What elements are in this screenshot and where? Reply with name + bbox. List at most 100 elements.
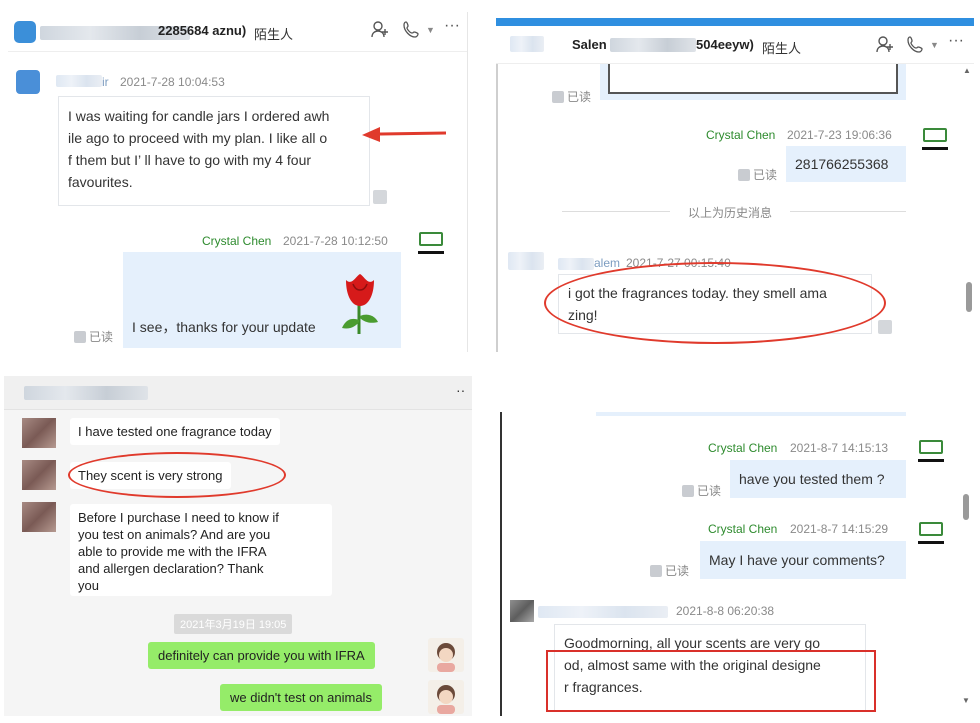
contact-tag: 陌生人 (762, 41, 802, 56)
reply-text: May I have your comments? (709, 552, 885, 568)
company-logo-avatar (918, 522, 944, 544)
contact-id-redacted (610, 38, 696, 52)
annotation-arrow-icon (360, 125, 450, 150)
read-status-icon (650, 564, 662, 577)
left-border-line (500, 412, 502, 716)
sender-time: 2021-7-28 10:04:53 (120, 75, 225, 89)
add-contact-icon[interactable] (371, 20, 389, 42)
read-status-icon (74, 330, 86, 343)
window-accent-bar (496, 18, 974, 26)
contact-avatar[interactable] (22, 418, 56, 448)
date-divider: 2021年3月19日 19:05 (174, 614, 293, 634)
sender-name-partial: ir (102, 75, 109, 89)
reply-sender-name: Crystal Chen (708, 441, 778, 455)
scroll-down-arrow-icon[interactable]: ▼ (962, 696, 970, 705)
sender-name-partial: alem (594, 256, 621, 270)
sender-avatar[interactable] (16, 70, 40, 94)
message-options-button[interactable] (878, 320, 892, 334)
contact-avatar[interactable] (22, 460, 56, 490)
chat-header: 2285684 aznu) 陌生人 ▼ ··· (8, 12, 467, 52)
message-line: I was waiting for candle jars I ordered … (68, 108, 330, 124)
read-status-icon (552, 90, 564, 103)
phone-icon[interactable] (907, 35, 925, 57)
read-status: 已读 (738, 166, 777, 183)
chevron-down-icon[interactable]: ▼ (930, 40, 939, 50)
sender-name-redacted (56, 75, 102, 87)
phone-icon[interactable] (403, 20, 421, 42)
message-line: and allergen declaration? Thank (78, 561, 264, 576)
panel-bottom-left: ·· I have tested one fragrance today The… (4, 376, 472, 716)
sender-avatar[interactable] (510, 600, 534, 622)
annotation-circle (68, 452, 286, 498)
reply-sender-name: Crystal Chen (202, 234, 272, 248)
chat-header: Salen 504eeyw) 陌生人 ▼ ··· (496, 26, 974, 64)
company-logo-avatar (922, 128, 948, 150)
outgoing-message-bubble: we didn't test on animals (220, 684, 382, 711)
more-icon[interactable]: ··· (948, 32, 964, 50)
contact-id-partial: 2285684 aznu) (158, 23, 247, 38)
sender-time: 2021-8-8 06:20:38 (676, 604, 775, 618)
read-status: 已读 (552, 88, 591, 105)
annotation-circle (544, 262, 886, 344)
read-status-icon (682, 484, 694, 497)
incoming-message-bubble: I was waiting for candle jars I ordered … (58, 96, 370, 206)
scroll-up-arrow-icon[interactable]: ▲ (963, 66, 971, 75)
reply-time: 2021-8-7 14:15:29 (790, 522, 889, 536)
add-contact-icon[interactable] (876, 35, 894, 57)
reply-message-bubble: 281766255368 (786, 146, 906, 182)
message-line: you test on animals? And are you (78, 527, 271, 542)
message-options-button[interactable] (373, 190, 387, 204)
contact-avatar-redacted (510, 36, 544, 52)
panel-top-right: Salen 504eeyw) 陌生人 ▼ ··· ▲ 已读 Crystal Ch… (496, 18, 974, 352)
panel-bottom-right: Crystal Chen 2021-8-7 14:15:13 have you … (500, 412, 974, 716)
contact-avatar[interactable] (22, 502, 56, 532)
rose-emoji-icon (340, 272, 380, 344)
sender-name-redacted (538, 606, 668, 618)
history-divider-line (790, 211, 906, 212)
own-avatar[interactable] (428, 680, 464, 714)
reply-time: 2021-7-23 19:06:36 (787, 128, 892, 142)
history-divider-label: 以上为历史消息 (688, 206, 773, 220)
reply-text: have you tested them ? (739, 471, 885, 487)
company-logo-avatar (418, 232, 444, 254)
contact-title-partial: Salen (572, 37, 607, 52)
panel-top-left: 2285684 aznu) 陌生人 ▼ ··· ir 2021-7-28 10:… (8, 12, 468, 352)
card-preview (608, 64, 898, 94)
message-line: ile ago to proceed with my plan. I like … (68, 130, 328, 146)
sender-name-redacted (558, 258, 594, 270)
reply-time: 2021-8-7 14:15:13 (790, 441, 889, 455)
contact-tag: 陌生人 (254, 27, 294, 42)
contact-app-icon (14, 21, 36, 43)
own-avatar[interactable] (428, 638, 464, 672)
previous-message-bubble (600, 64, 906, 100)
chevron-down-icon[interactable]: ▼ (426, 25, 435, 35)
incoming-message-bubble: I have tested one fragrance today (70, 418, 280, 445)
reply-sender-name: Crystal Chen (708, 522, 778, 536)
more-icon[interactable]: ··· (444, 17, 460, 35)
scrollbar-thumb[interactable] (963, 494, 969, 520)
contact-name-redacted (24, 386, 148, 400)
outgoing-message-bubble: definitely can provide you with IFRA (148, 642, 375, 669)
reply-message-bubble: have you tested them ? (730, 460, 906, 498)
reply-text: I see，thanks for your update (132, 319, 316, 335)
read-status: 已读 (682, 482, 721, 499)
message-line: able to provide me with the IFRA (78, 544, 267, 559)
read-status-icon (738, 168, 750, 181)
reply-sender-name: Crystal Chen (706, 128, 776, 142)
previous-bubble-edge (596, 412, 906, 416)
message-line: Before I purchase I need to know if (78, 510, 279, 525)
read-status: 已读 (650, 562, 689, 579)
message-line: favourites. (68, 174, 133, 190)
read-status: 已读 (74, 328, 113, 345)
reply-message-bubble: May I have your comments? (700, 541, 906, 579)
more-menu-icon[interactable]: ·· (456, 382, 465, 398)
left-border-line (496, 64, 498, 352)
history-divider-line (562, 211, 670, 212)
reply-message-bubble: I see，thanks for your update (123, 252, 401, 348)
sender-avatar-redacted[interactable] (508, 252, 544, 270)
incoming-message-bubble: Before I purchase I need to know if you … (70, 504, 332, 596)
message-line: f them but I’ ll have to go with my 4 fo… (68, 152, 312, 168)
scrollbar-thumb[interactable] (966, 282, 972, 312)
company-logo-avatar (918, 440, 944, 462)
contact-id-partial: 504eeyw) (696, 37, 754, 52)
